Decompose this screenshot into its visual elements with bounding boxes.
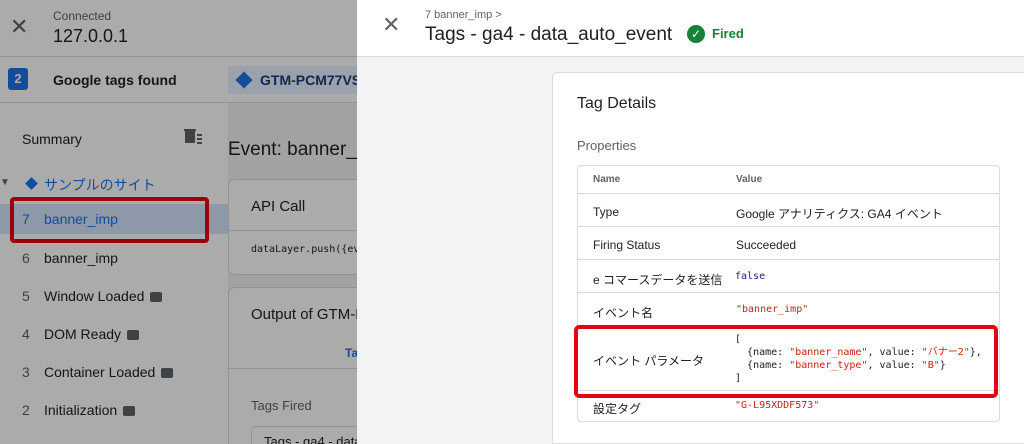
details-title: Tag Details: [577, 95, 657, 112]
column-name: Name: [593, 174, 621, 185]
close-icon[interactable]: ✕: [382, 14, 400, 36]
column-value: Value: [736, 174, 763, 185]
property-name: イベント名: [593, 306, 654, 320]
property-value: "G-L95XDDF573": [735, 400, 820, 411]
property-name: Firing Status: [593, 238, 661, 252]
property-value: Succeeded: [736, 238, 797, 252]
breadcrumb[interactable]: 7 banner_imp >: [425, 9, 502, 21]
property-value: false: [735, 271, 766, 282]
table-row: e コマースデータを送信 false: [578, 260, 999, 293]
property-name: e コマースデータを送信: [593, 273, 723, 287]
property-value: Google アナリティクス: GA4 イベント: [736, 207, 943, 221]
property-name: Type: [593, 205, 620, 219]
status-text: Fired: [712, 26, 744, 41]
properties-label: Properties: [577, 138, 637, 153]
table-row: Type Google アナリティクス: GA4 イベント: [578, 194, 999, 227]
table-row: イベント名 "banner_imp": [578, 293, 999, 327]
highlight-box: [574, 325, 998, 398]
panel-title: Tags - ga4 - data_auto_event: [425, 24, 673, 45]
check-circle-icon: ✓: [687, 25, 705, 43]
table-row: Firing Status Succeeded: [578, 227, 999, 260]
property-value: "banner_imp": [736, 304, 809, 315]
property-name: 設定タグ: [593, 402, 642, 416]
panel-header: ✕ 7 banner_imp > Tags - ga4 - data_auto_…: [357, 0, 1024, 57]
table-header: Name Value: [578, 166, 999, 194]
